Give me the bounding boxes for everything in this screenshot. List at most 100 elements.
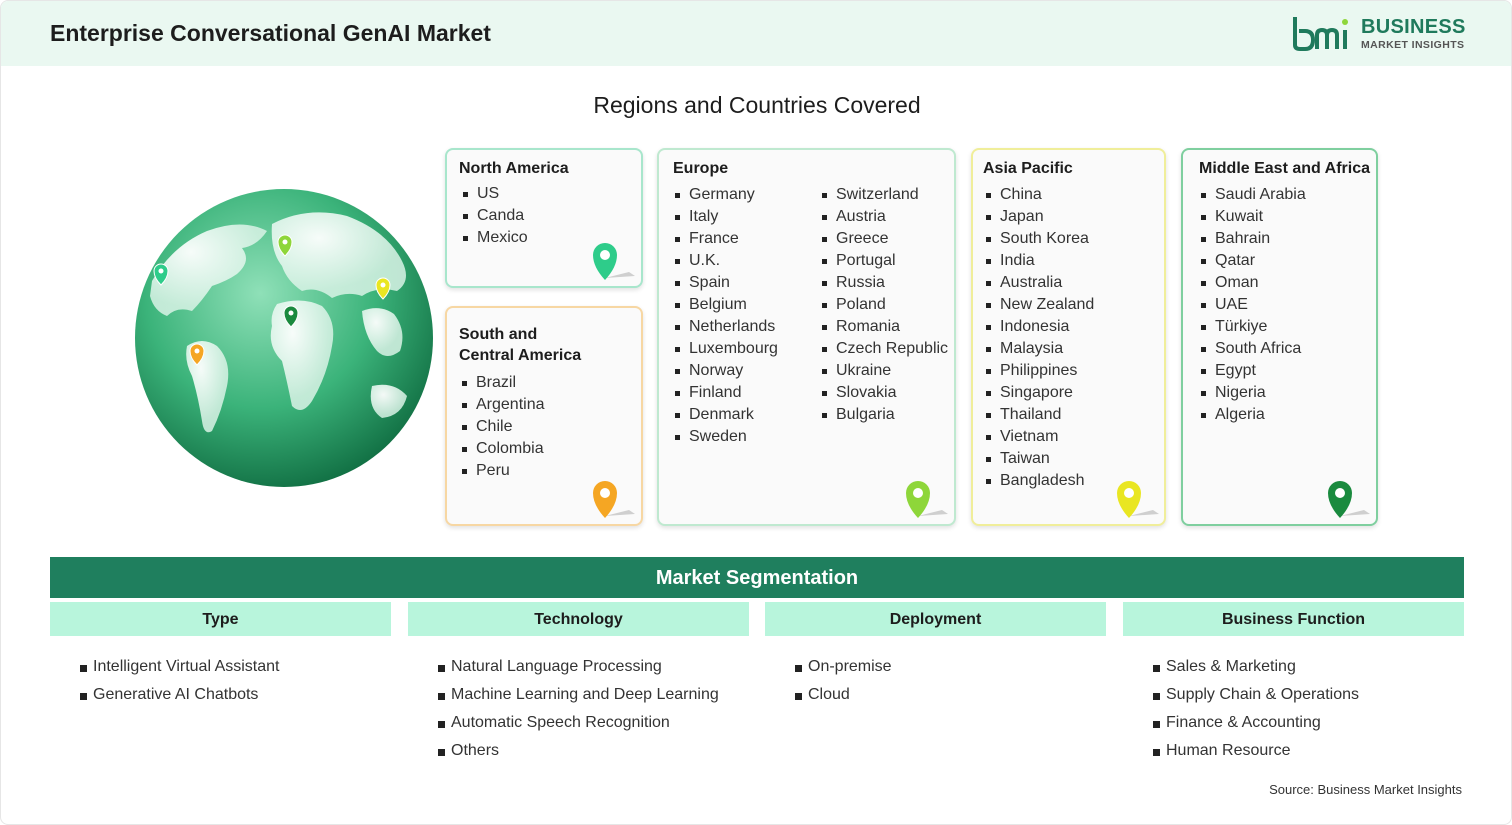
country-list: Brazil Argentina Chile Colombia Peru bbox=[460, 372, 545, 482]
globe-illustration bbox=[135, 189, 433, 487]
logo-text-business: BUSINESS bbox=[1361, 16, 1466, 38]
list-item: Indonesia bbox=[984, 316, 1094, 338]
segment-header-business-function: Business Function bbox=[1123, 602, 1464, 636]
list-item: Argentina bbox=[460, 394, 545, 416]
list-item: Spain bbox=[673, 272, 778, 294]
region-card-north-america: North America US Canda Mexico bbox=[445, 148, 643, 288]
list-item: Mexico bbox=[461, 227, 528, 249]
list-item: Qatar bbox=[1199, 250, 1306, 272]
list-item: Generative AI Chatbots bbox=[79, 681, 279, 709]
bmi-logo-icon bbox=[1293, 17, 1348, 51]
list-item: Brazil bbox=[460, 372, 545, 394]
list-item: Belgium bbox=[673, 294, 778, 316]
segmentation-title-bar: Market Segmentation bbox=[50, 557, 1464, 598]
logo-text-market-insights: MARKET INSIGHTS bbox=[1361, 39, 1465, 51]
list-item: Intelligent Virtual Assistant bbox=[79, 653, 279, 681]
list-item: Colombia bbox=[460, 438, 545, 460]
list-item: Peru bbox=[460, 460, 545, 482]
list-item: Bahrain bbox=[1199, 228, 1306, 250]
segment-list-technology: Natural Language Processing Machine Lear… bbox=[437, 653, 719, 765]
list-item: Egypt bbox=[1199, 360, 1306, 382]
segment-header-technology: Technology bbox=[408, 602, 749, 636]
list-item: Kuwait bbox=[1199, 206, 1306, 228]
list-item: Denmark bbox=[673, 404, 778, 426]
list-item: South Africa bbox=[1199, 338, 1306, 360]
header-bar: Enterprise Conversational GenAI Market B… bbox=[1, 1, 1511, 66]
region-card-middle-east-africa: Middle East and Africa Saudi Arabia Kuwa… bbox=[1181, 148, 1378, 526]
segment-list-type: Intelligent Virtual Assistant Generative… bbox=[79, 653, 279, 709]
country-list: China Japan South Korea India Australia … bbox=[984, 184, 1094, 492]
region-title-line2: Central America bbox=[459, 347, 582, 364]
list-item: Others bbox=[437, 737, 719, 765]
region-title: North America bbox=[459, 160, 569, 177]
country-list-col2: Switzerland Austria Greece Portugal Russ… bbox=[820, 184, 948, 426]
list-item: Philippines bbox=[984, 360, 1094, 382]
list-item: Oman bbox=[1199, 272, 1306, 294]
list-item: Australia bbox=[984, 272, 1094, 294]
list-item: Bulgaria bbox=[820, 404, 948, 426]
list-item: Russia bbox=[820, 272, 948, 294]
list-item: Norway bbox=[673, 360, 778, 382]
list-item: Finland bbox=[673, 382, 778, 404]
list-item: Supply Chain & Operations bbox=[1152, 681, 1359, 709]
list-item: France bbox=[673, 228, 778, 250]
list-item: UAE bbox=[1199, 294, 1306, 316]
list-item: Thailand bbox=[984, 404, 1094, 426]
segment-header-type: Type bbox=[50, 602, 391, 636]
list-item: U.K. bbox=[673, 250, 778, 272]
list-item: Saudi Arabia bbox=[1199, 184, 1306, 206]
segment-list-business-function: Sales & Marketing Supply Chain & Operati… bbox=[1152, 653, 1359, 765]
region-title-line1: South and bbox=[459, 326, 538, 343]
list-item: US bbox=[461, 183, 528, 205]
list-item: Taiwan bbox=[984, 448, 1094, 470]
list-item: Poland bbox=[820, 294, 948, 316]
region-card-south-central-america: South and Central America Brazil Argenti… bbox=[445, 306, 643, 526]
region-card-europe: Europe Germany Italy France U.K. Spain B… bbox=[657, 148, 956, 526]
list-item: Machine Learning and Deep Learning bbox=[437, 681, 719, 709]
list-item: Canda bbox=[461, 205, 528, 227]
source-note: Source: Business Market Insights bbox=[1269, 782, 1462, 797]
list-item: Netherlands bbox=[673, 316, 778, 338]
map-pin-icon bbox=[1117, 481, 1159, 518]
region-title: South and Central America bbox=[459, 324, 581, 366]
list-item: Switzerland bbox=[820, 184, 948, 206]
list-item: Nigeria bbox=[1199, 382, 1306, 404]
map-pin-icon bbox=[906, 481, 948, 518]
list-item: Ukraine bbox=[820, 360, 948, 382]
list-item: Vietnam bbox=[984, 426, 1094, 448]
page-title: Enterprise Conversational GenAI Market bbox=[50, 20, 491, 46]
list-item: Singapore bbox=[984, 382, 1094, 404]
segment-list-deployment: On-premise Cloud bbox=[794, 653, 892, 709]
country-list: US Canda Mexico bbox=[461, 183, 528, 249]
country-list-col1: Germany Italy France U.K. Spain Belgium … bbox=[673, 184, 778, 448]
region-title: Europe bbox=[673, 160, 729, 177]
list-item: Finance & Accounting bbox=[1152, 709, 1359, 737]
region-card-asia-pacific: Asia Pacific China Japan South Korea Ind… bbox=[971, 148, 1166, 526]
list-item: Malaysia bbox=[984, 338, 1094, 360]
list-item: New Zealand bbox=[984, 294, 1094, 316]
map-pin-icon bbox=[593, 243, 635, 280]
list-item: Luxembourg bbox=[673, 338, 778, 360]
region-title: Middle East and Africa bbox=[1199, 160, 1370, 177]
regions-title: Regions and Countries Covered bbox=[593, 92, 921, 118]
list-item: Sweden bbox=[673, 426, 778, 448]
list-item: Slovakia bbox=[820, 382, 948, 404]
list-item: Sales & Marketing bbox=[1152, 653, 1359, 681]
list-item: Automatic Speech Recognition bbox=[437, 709, 719, 737]
list-item: Türkiye bbox=[1199, 316, 1306, 338]
list-item: On-premise bbox=[794, 653, 892, 681]
list-item: India bbox=[984, 250, 1094, 272]
brand-logo: BUSINESS MARKET INSIGHTS bbox=[1291, 15, 1466, 55]
list-item: Chile bbox=[460, 416, 545, 438]
map-pin-icon bbox=[593, 481, 635, 518]
list-item: Human Resource bbox=[1152, 737, 1359, 765]
list-item: Austria bbox=[820, 206, 948, 228]
list-item: Romania bbox=[820, 316, 948, 338]
list-item: China bbox=[984, 184, 1094, 206]
list-item: Greece bbox=[820, 228, 948, 250]
list-item: Japan bbox=[984, 206, 1094, 228]
map-pin-icon bbox=[1328, 481, 1370, 518]
segment-header-deployment: Deployment bbox=[765, 602, 1106, 636]
infographic-frame: Enterprise Conversational GenAI Market B… bbox=[0, 0, 1512, 825]
list-item: Germany bbox=[673, 184, 778, 206]
